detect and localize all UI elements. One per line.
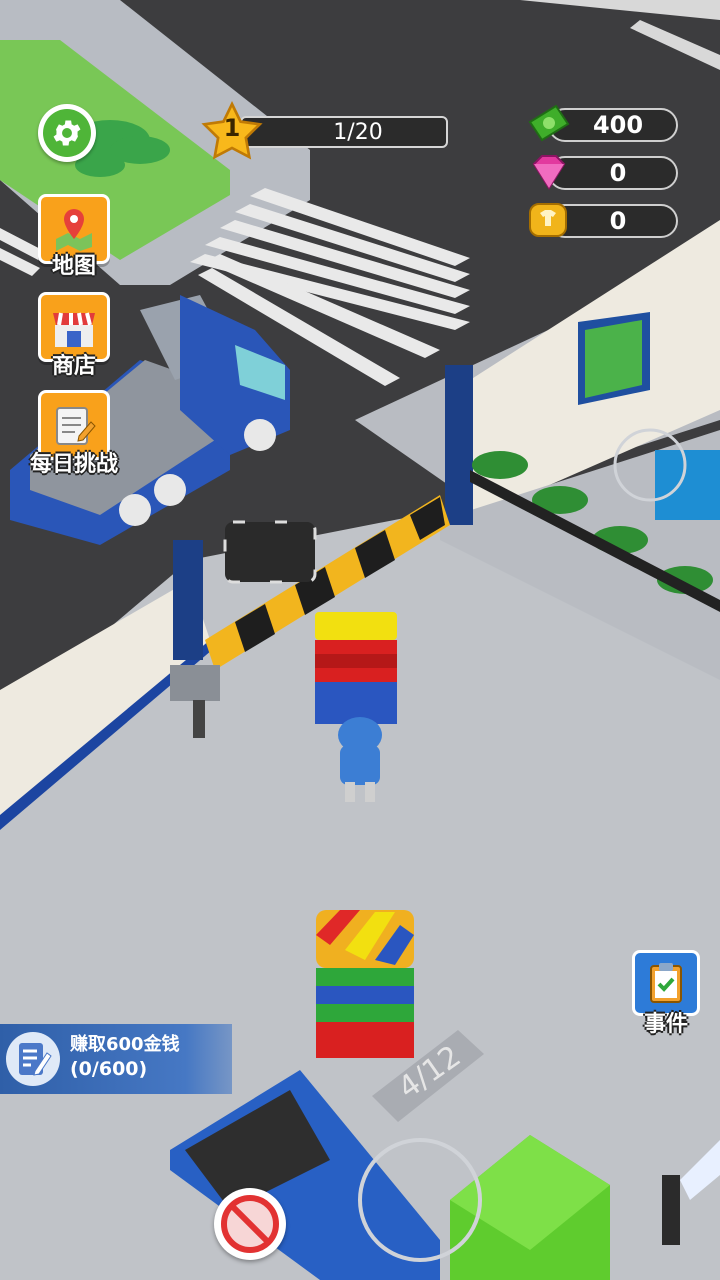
quest-note-icon [6,1032,60,1086]
cash-icon [528,104,570,142]
clipboard-check-icon [650,963,682,1003]
level-progress-text: 1/20 [333,119,383,145]
shop-icon [53,312,95,347]
daily-challenge-label: 每日挑战 [29,452,118,477]
gear-icon [43,109,91,157]
level-progress-bar: 1/20 [240,116,448,148]
quest-progress: (0/600) [70,1058,148,1080]
no-entry-icon [221,1195,279,1253]
quest-title: 赚取600金钱 [70,1034,180,1055]
gem-value: 0 [609,159,627,187]
daily-task-icon [56,407,96,445]
map-label: 地图 [51,254,96,279]
shop-menu-item[interactable]: 商店 [38,292,110,379]
cash-value: 400 [592,111,644,139]
events-label: 事件 [643,1012,688,1037]
shop-label: 商店 [51,354,96,379]
daily-challenge-menu-item[interactable]: 每日挑战 [30,390,118,477]
settings-button[interactable] [38,104,96,162]
quest-banner[interactable]: 赚取600金钱 (0/600) [0,1024,232,1094]
cancel-button[interactable] [214,1188,286,1260]
shirt-token-icon [529,203,567,237]
level-number: 1 [223,114,241,142]
token-value: 0 [609,207,627,235]
gem-icon [532,155,566,190]
map-menu-item[interactable]: 地图 [38,194,110,279]
map-pin-icon [56,209,92,251]
